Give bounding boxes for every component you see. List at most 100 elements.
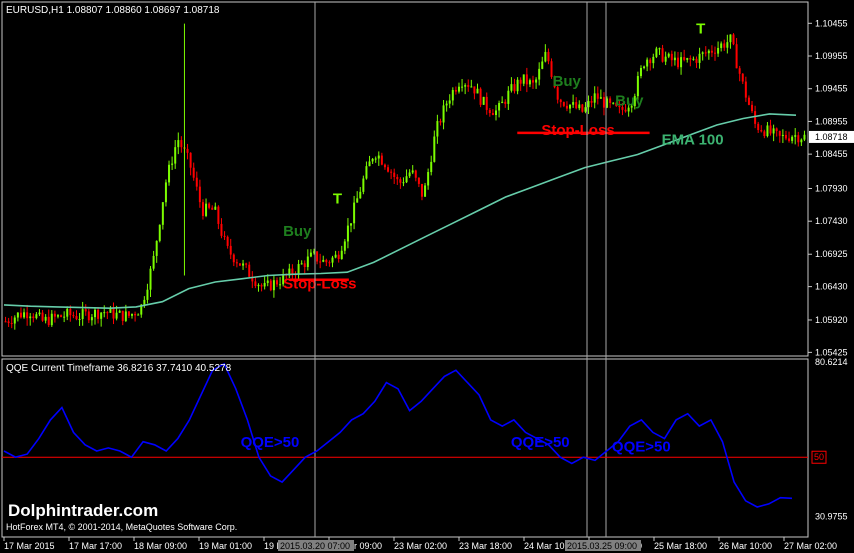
candle-body — [788, 138, 791, 141]
candle-body — [538, 68, 541, 80]
candle-body — [778, 130, 781, 136]
candle-body — [242, 263, 245, 266]
candle-body — [658, 48, 661, 50]
candle-body — [766, 125, 769, 137]
qqe-annotation: QQE>50 — [241, 434, 300, 451]
candle-body — [279, 284, 282, 286]
candle-body — [680, 57, 683, 68]
qqe-axis: 80.6214 50 30.9755 — [811, 357, 848, 521]
candle-body — [100, 312, 103, 319]
main-candles — [4, 23, 806, 330]
candle-body — [359, 191, 362, 199]
candle-body — [587, 101, 590, 108]
time-tick-label: 26 Mar 10:00 — [719, 541, 772, 551]
candle-body — [794, 135, 797, 137]
annotation-buy: Buy — [283, 223, 312, 240]
candle-body — [399, 179, 402, 183]
candle-body — [232, 254, 235, 263]
candle-body — [510, 84, 513, 91]
candle-body — [171, 163, 174, 165]
candle-body — [322, 259, 325, 262]
candle-body — [16, 312, 19, 318]
candle-body — [106, 312, 109, 314]
candle-body — [10, 322, 13, 324]
time-tick-label: 25 Mar 18:00 — [654, 541, 707, 551]
time-tick-label: 19 Mar 01:00 — [199, 541, 252, 551]
candle-body — [590, 101, 593, 103]
candle-body — [217, 206, 220, 224]
candle-body — [723, 43, 726, 48]
price-tick-label: 1.08455 — [815, 149, 848, 159]
annotation-target: T — [333, 191, 342, 208]
candle-body — [371, 158, 374, 162]
candle-body — [146, 289, 149, 300]
candle-body — [769, 125, 772, 134]
candle-body — [516, 79, 519, 92]
candle-body — [143, 299, 146, 305]
candle-body — [319, 261, 322, 263]
candle-body — [300, 263, 303, 265]
candle-body — [457, 86, 460, 92]
candle-body — [420, 183, 423, 197]
candle-body — [214, 206, 217, 210]
time-axis: 17 Mar 2015 17 Mar 17:00 18 Mar 09:00 19 Ma… — [3, 537, 837, 551]
candle-body — [562, 102, 565, 106]
candle-body — [411, 170, 414, 173]
candle-body — [584, 107, 587, 112]
candle-body — [791, 136, 794, 141]
candle-body — [291, 268, 294, 275]
cursor-time-label: 2015.03.25 09:00 — [567, 541, 637, 551]
candle-body — [149, 268, 152, 290]
price-tick-label: 1.09955 — [815, 51, 848, 61]
candle-body — [575, 102, 578, 109]
candle-body — [513, 84, 516, 92]
candle-body — [797, 135, 800, 143]
annotation-stop: Stop-Loss — [541, 122, 614, 139]
candle-body — [726, 42, 729, 48]
candle-body — [467, 85, 470, 87]
candle-body — [683, 57, 686, 60]
time-tick-label: 18 Mar 09:00 — [134, 541, 187, 551]
candle-body — [757, 123, 760, 131]
candle-body — [775, 128, 778, 131]
qqe-level-label: 50 — [814, 452, 824, 462]
candle-body — [75, 316, 78, 320]
candle-body — [803, 134, 806, 140]
price-tick-label: 1.05920 — [815, 315, 848, 325]
candle-body — [152, 255, 155, 269]
candle-body — [541, 61, 544, 69]
candle-body — [751, 104, 754, 112]
candle-body — [23, 312, 26, 318]
candle-body — [328, 262, 331, 264]
trading-chart[interactable]: 1.10455 1.09955 1.09455 1.08955 1.08455 1.079… — [0, 0, 854, 553]
candle-body — [676, 57, 679, 68]
candle-body — [800, 139, 803, 143]
qqe-tick-label: 80.6214 — [815, 357, 848, 367]
candle-body — [442, 105, 445, 123]
candle-body — [316, 251, 319, 262]
candle-body — [383, 164, 386, 168]
candle-body — [646, 59, 649, 67]
candle-body — [362, 178, 365, 192]
candle-body — [134, 313, 137, 316]
candle-body — [612, 102, 615, 104]
price-tick-label: 1.08955 — [815, 116, 848, 126]
annotation-target: T — [696, 20, 705, 37]
candle-body — [38, 312, 41, 315]
candle-body — [649, 59, 652, 64]
candle-body — [44, 316, 47, 321]
candle-body — [60, 315, 63, 317]
candle-body — [41, 312, 44, 321]
annotation-buy: Buy — [615, 92, 644, 109]
candle-body — [90, 317, 93, 321]
candle-body — [325, 259, 328, 263]
candle-body — [781, 134, 784, 136]
candle-body — [522, 74, 525, 84]
candle-body — [63, 316, 66, 318]
annotation-stop: Stop-Loss — [283, 276, 356, 293]
candle-body — [124, 311, 127, 321]
candle-body — [501, 101, 504, 104]
candle-body — [365, 166, 368, 179]
candle-body — [408, 172, 411, 177]
candle-body — [131, 313, 134, 316]
